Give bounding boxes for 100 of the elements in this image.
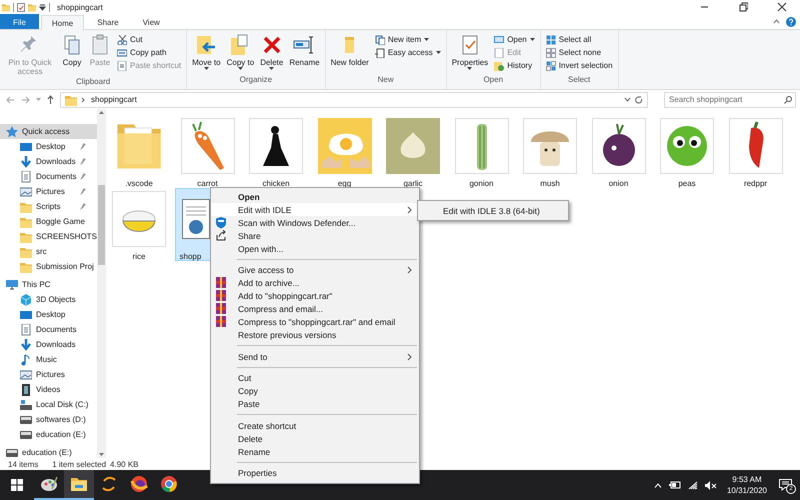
menu-item[interactable]: Copy <box>211 384 419 398</box>
open-icon <box>494 34 504 44</box>
nav-item[interactable]: Desktop <box>0 307 97 322</box>
file-item[interactable]: garlic <box>380 115 446 188</box>
nav-item[interactable]: Videos <box>0 382 97 397</box>
pin-icon <box>80 143 86 150</box>
nav-item[interactable]: Submission Proj <box>0 259 97 274</box>
archive-icon <box>216 303 227 315</box>
carrot-drawing <box>180 118 234 174</box>
battery-icon[interactable] <box>668 481 681 489</box>
nav-item[interactable]: Documents <box>0 169 97 184</box>
nav-item[interactable]: Boggle Game <box>0 214 97 229</box>
wifi-icon[interactable] <box>688 480 698 490</box>
menu-item[interactable]: Cut <box>211 372 419 384</box>
ribbon-button[interactable]: Copy to <box>224 33 256 73</box>
ribbon-button[interactable]: New item <box>372 34 443 45</box>
nav-item[interactable]: education (E:) <box>0 427 97 442</box>
file-item[interactable]: carrot <box>174 115 240 188</box>
file-item[interactable]: peas <box>654 115 720 188</box>
nav-item[interactable]: education (E:) <box>0 445 97 458</box>
menu-item[interactable]: Paste <box>211 398 419 410</box>
nav-item[interactable]: This PC <box>0 277 97 292</box>
properties-icon[interactable] <box>17 2 25 12</box>
nav-item[interactable]: Scripts <box>0 199 97 214</box>
ribbon-button[interactable]: Move to <box>190 33 223 73</box>
taskbar-button[interactable] <box>64 470 94 500</box>
file-item[interactable]: .vscode <box>106 115 172 188</box>
ribbon-button[interactable]: Select none <box>544 47 615 58</box>
file-item[interactable]: redppr <box>722 115 788 188</box>
menu-item[interactable]: Send to <box>211 350 419 363</box>
help-icon[interactable] <box>786 16 796 26</box>
nav-item[interactable]: softwares (D:) <box>0 412 97 427</box>
up-arrow-icon[interactable] <box>47 95 54 104</box>
ribbon-tab[interactable]: File <box>0 14 39 29</box>
refresh-icon[interactable] <box>635 96 643 104</box>
onion-drawing <box>592 118 646 174</box>
menu-item[interactable]: Compress to "shoppingcart.rar" and email <box>211 316 419 328</box>
caret-icon <box>269 67 274 70</box>
scrollbar[interactable] <box>97 109 106 458</box>
nav-item[interactable]: Downloads <box>0 154 97 169</box>
ribbon-button[interactable]: Rename <box>287 33 322 68</box>
breadcrumb-link[interactable]: shoppingcart <box>89 95 139 104</box>
menu-item[interactable]: Rename <box>211 445 419 458</box>
star-icon <box>6 126 18 138</box>
menu-item[interactable]: Give access to <box>211 264 419 276</box>
folder-icon <box>2 2 10 12</box>
nav-item[interactable]: Downloads <box>0 337 97 352</box>
ribbon-button[interactable]: History <box>492 60 537 71</box>
chevron-down-icon[interactable] <box>99 453 104 456</box>
nav-item[interactable]: src <box>0 244 97 259</box>
ribbon-button[interactable]: Cut <box>115 34 184 45</box>
caret-icon <box>204 67 209 70</box>
shield-icon <box>216 216 227 228</box>
clock[interactable]: 9:53 AM 10/31/2020 <box>724 474 770 496</box>
pin-icon <box>80 203 86 210</box>
file-item[interactable]: mush <box>517 115 583 188</box>
archive-icon <box>216 277 227 289</box>
menu-item[interactable]: Compress and email... <box>211 302 419 316</box>
ribbon-button[interactable]: Easy access <box>372 47 443 58</box>
nav-item[interactable]: Pictures <box>0 367 97 382</box>
ribbon-button[interactable]: Select all <box>544 34 615 45</box>
chevron-down-icon[interactable] <box>624 97 631 102</box>
menu-item[interactable]: Delete <box>211 432 419 445</box>
window-title: shoppingcart <box>57 2 103 12</box>
search-field[interactable]: Search shoppingcart <box>664 92 796 108</box>
menu-item[interactable]: Add to archive... <box>211 276 419 290</box>
speaker-muted-icon[interactable] <box>704 480 717 490</box>
file-item[interactable]: onion <box>586 115 652 188</box>
address-field[interactable]: shoppingcart <box>60 92 648 108</box>
nav-item[interactable]: Documents <box>0 322 97 337</box>
ribbon-button[interactable]: Copy path <box>115 47 184 58</box>
menu-item[interactable]: Edit with IDLE 3.8 (64-bit) <box>418 204 568 217</box>
nav-item[interactable]: Local Disk (C:) <box>0 397 97 412</box>
menu-item[interactable]: Add to "shoppingcart.rar" <box>211 290 419 302</box>
ribbon-button[interactable]: New folder <box>328 33 371 68</box>
file-item[interactable]: rice <box>106 188 172 261</box>
ribbon-button[interactable]: Delete <box>258 33 286 73</box>
ribbon-button[interactable]: Properties <box>450 33 490 73</box>
menu-item[interactable]: Edit with IDLE <box>211 203 419 216</box>
nav-item[interactable]: Quick access <box>0 124 97 139</box>
ribbon-button[interactable]: Copy <box>59 33 85 68</box>
ribbon-button[interactable]: Invert selection <box>544 60 615 71</box>
ribbon-tab[interactable]: View <box>132 14 171 29</box>
menu-item[interactable]: Restore previous versions <box>211 328 419 342</box>
nav-item[interactable]: SCREENSHOTS <box>0 229 97 244</box>
ribbon-tab[interactable]: Share <box>86 14 130 29</box>
file-item[interactable]: gonion <box>448 115 514 188</box>
menu-item[interactable]: Create shortcut <box>211 419 419 432</box>
nav-item[interactable]: 3D Objects <box>0 292 97 307</box>
nav-item[interactable]: Pictures <box>0 184 97 199</box>
select-all-icon <box>546 34 556 44</box>
caret-icon[interactable] <box>39 4 46 10</box>
menu-item[interactable]: Properties <box>211 466 419 480</box>
ribbon-button[interactable]: Open <box>492 34 537 45</box>
nav-item[interactable]: Desktop <box>0 139 97 154</box>
search-icon <box>784 96 792 104</box>
nav-item[interactable]: Music <box>0 352 97 367</box>
ribbon-tab[interactable]: Home <box>40 15 84 30</box>
scrollbar-thumb[interactable] <box>98 184 105 264</box>
file-item[interactable]: chicken <box>243 115 309 188</box>
